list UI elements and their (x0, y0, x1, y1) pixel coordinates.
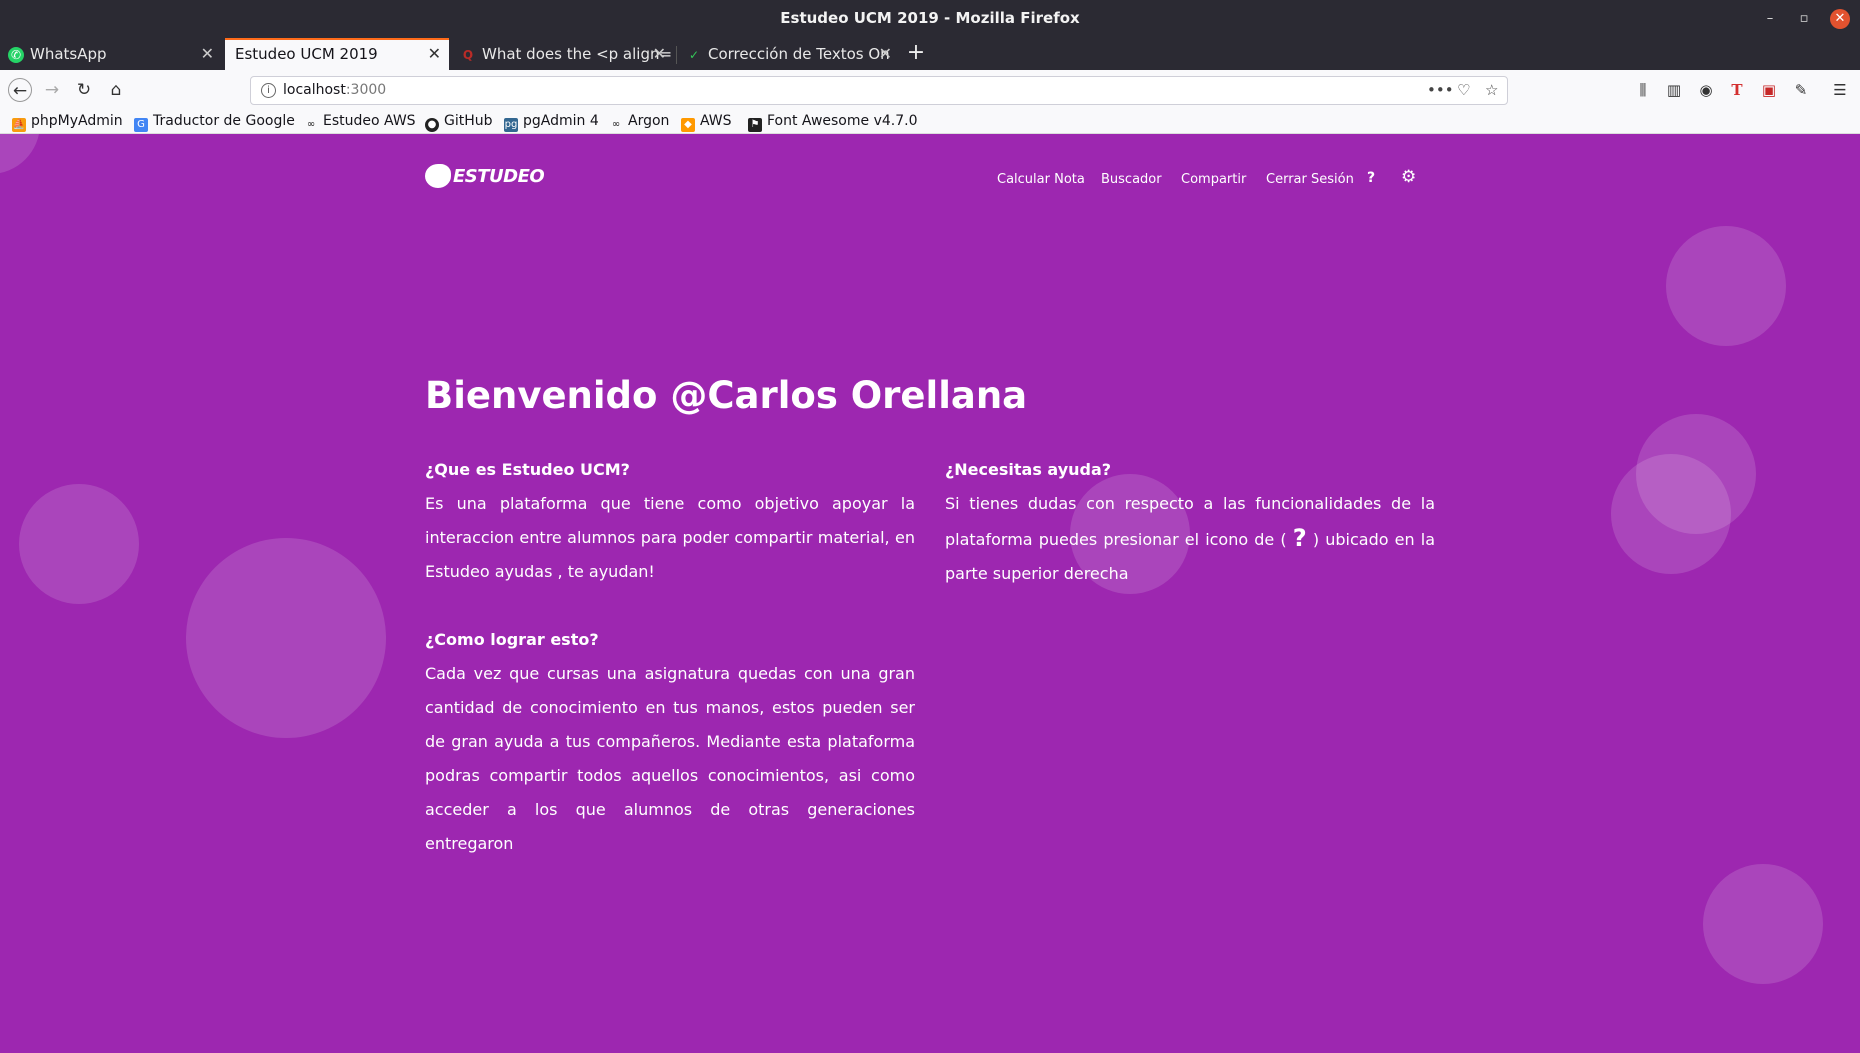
bookmark-aws[interactable]: ◆ AWS (681, 113, 732, 132)
tab-estudeo[interactable]: Estudeo UCM 2019 ✕ (225, 38, 449, 70)
estudeo-icon: ∞ (306, 119, 316, 130)
sidebar-icon[interactable]: ▥ (1663, 79, 1685, 101)
bookmark-google-translate[interactable]: G Traductor de Google (134, 113, 295, 132)
phpmyadmin-icon: ⛵ (12, 118, 26, 132)
argon-icon: ∞ (611, 119, 621, 130)
extension-t-icon[interactable]: T (1726, 79, 1748, 101)
inline-question-icon: ? (1292, 524, 1307, 552)
help-title: ¿Necesitas ayuda? (945, 460, 1112, 479)
pocket-icon[interactable]: ♡ (1457, 81, 1470, 99)
tab-correccion[interactable]: ✓ Corrección de Textos On ✕ (678, 38, 900, 70)
window-title: Estudeo UCM 2019 - Mozilla Firefox (780, 9, 1080, 27)
minimize-button[interactable]: – (1760, 9, 1780, 29)
bookmark-phpmyadmin[interactable]: ⛵ phpMyAdmin (12, 113, 123, 132)
whatsapp-icon: ✆ (8, 47, 24, 63)
address-bar[interactable]: i localhost:3000 ••• ♡ ☆ (250, 76, 1508, 105)
library-icon[interactable]: ⫼ (1632, 79, 1654, 101)
tab-quora[interactable]: Q What does the <p align= ✕ (452, 38, 674, 70)
how-section: ¿Como lograr esto? Cada vez que cursas u… (425, 630, 915, 861)
check-icon: ✓ (688, 48, 700, 62)
info-icon[interactable]: i (261, 83, 276, 98)
reload-button[interactable]: ↻ (72, 78, 96, 102)
decorative-bubble (1611, 454, 1731, 574)
settings-gears-icon[interactable]: ⚙ (1401, 167, 1416, 187)
home-button[interactable]: ⌂ (104, 78, 128, 102)
nav-buscador[interactable]: Buscador (1101, 172, 1162, 187)
tab-label: Corrección de Textos On (708, 45, 890, 63)
nav-compartir[interactable]: Compartir (1181, 172, 1246, 187)
bookmark-github[interactable]: ● GitHub (425, 113, 493, 132)
logo-hand-icon (425, 164, 451, 188)
close-tab-icon[interactable]: ✕ (653, 38, 666, 70)
nav-calcular-nota[interactable]: Calcular Nota (997, 172, 1085, 187)
navigation-toolbar: ← → ↻ ⌂ i localhost:3000 ••• ♡ ☆ ⫼ ▥ ◉ T… (0, 70, 1860, 110)
bookmark-star-icon[interactable]: ☆ (1485, 81, 1498, 99)
url-text[interactable]: localhost:3000 (283, 82, 386, 98)
github-icon: ● (425, 118, 439, 132)
decorative-bubble (0, 134, 40, 174)
bookmark-argon[interactable]: ∞ Argon (609, 113, 670, 132)
estudeo-logo[interactable]: ESTUDEO (425, 164, 545, 188)
nav-cerrar-sesion[interactable]: Cerrar Sesión (1266, 172, 1354, 187)
how-body: Cada vez que cursas una asignatura queda… (425, 664, 915, 853)
bookmark-estudeo-aws[interactable]: ∞ Estudeo AWS (304, 113, 416, 132)
font-awesome-icon: ⚑ (748, 118, 762, 132)
tab-bar: ✆ WhatsApp ✕ Estudeo UCM 2019 ✕ Q What d… (0, 38, 1860, 70)
help-body: Si tienes dudas con respecto a las funci… (945, 494, 1436, 583)
back-button[interactable]: ← (8, 78, 32, 102)
eyedropper-icon[interactable]: ✎ (1790, 79, 1812, 101)
tab-separator (676, 46, 677, 64)
quora-icon: Q (462, 48, 474, 62)
close-tab-icon[interactable]: ✕ (201, 38, 214, 70)
about-title: ¿Que es Estudeo UCM? (425, 460, 630, 479)
about-body: Es una plataforma que tiene como objetiv… (425, 494, 915, 581)
bookmark-pgadmin[interactable]: pg pgAdmin 4 (504, 113, 599, 132)
about-section: ¿Que es Estudeo UCM? Es una plataforma q… (425, 460, 915, 589)
account-icon[interactable]: ◉ (1695, 79, 1717, 101)
decorative-bubble (1666, 226, 1786, 346)
help-section: ¿Necesitas ayuda? Si tienes dudas con re… (945, 460, 1435, 591)
extension-red-icon[interactable]: ▣ (1758, 79, 1780, 101)
close-tab-icon[interactable]: ✕ (428, 40, 441, 68)
menu-icon[interactable]: ☰ (1829, 79, 1851, 101)
how-title: ¿Como lograr esto? (425, 630, 599, 649)
more-icon[interactable]: ••• (1427, 81, 1454, 99)
help-question-icon[interactable]: ? (1367, 170, 1375, 186)
new-tab-button[interactable]: + (905, 38, 927, 70)
decorative-bubble (19, 484, 139, 604)
aws-icon: ◆ (681, 118, 695, 132)
pgadmin-icon: pg (504, 118, 518, 132)
tab-label: WhatsApp (30, 45, 107, 63)
close-window-button[interactable]: ✕ (1830, 9, 1850, 29)
forward-button[interactable]: → (40, 78, 64, 102)
decorative-bubble (186, 538, 386, 738)
tab-whatsapp[interactable]: ✆ WhatsApp ✕ (0, 38, 222, 70)
page-content: ESTUDEO Calcular Nota Buscador Compartir… (0, 134, 1860, 1053)
welcome-heading: Bienvenido @Carlos Orellana (425, 374, 1028, 417)
window-titlebar: Estudeo UCM 2019 - Mozilla Firefox – ▫ ✕ (0, 0, 1860, 38)
tab-label: What does the <p align= (482, 45, 673, 63)
bookmarks-toolbar: ⛵ phpMyAdmin G Traductor de Google ∞ Estude… (0, 110, 1860, 134)
restore-button[interactable]: ▫ (1794, 9, 1814, 29)
decorative-bubble (1703, 864, 1823, 984)
tab-label: Estudeo UCM 2019 (235, 45, 378, 63)
bookmark-font-awesome[interactable]: ⚑ Font Awesome v4.7.0 (748, 113, 917, 132)
close-tab-icon[interactable]: ✕ (879, 38, 892, 70)
translate-icon: G (134, 118, 148, 132)
